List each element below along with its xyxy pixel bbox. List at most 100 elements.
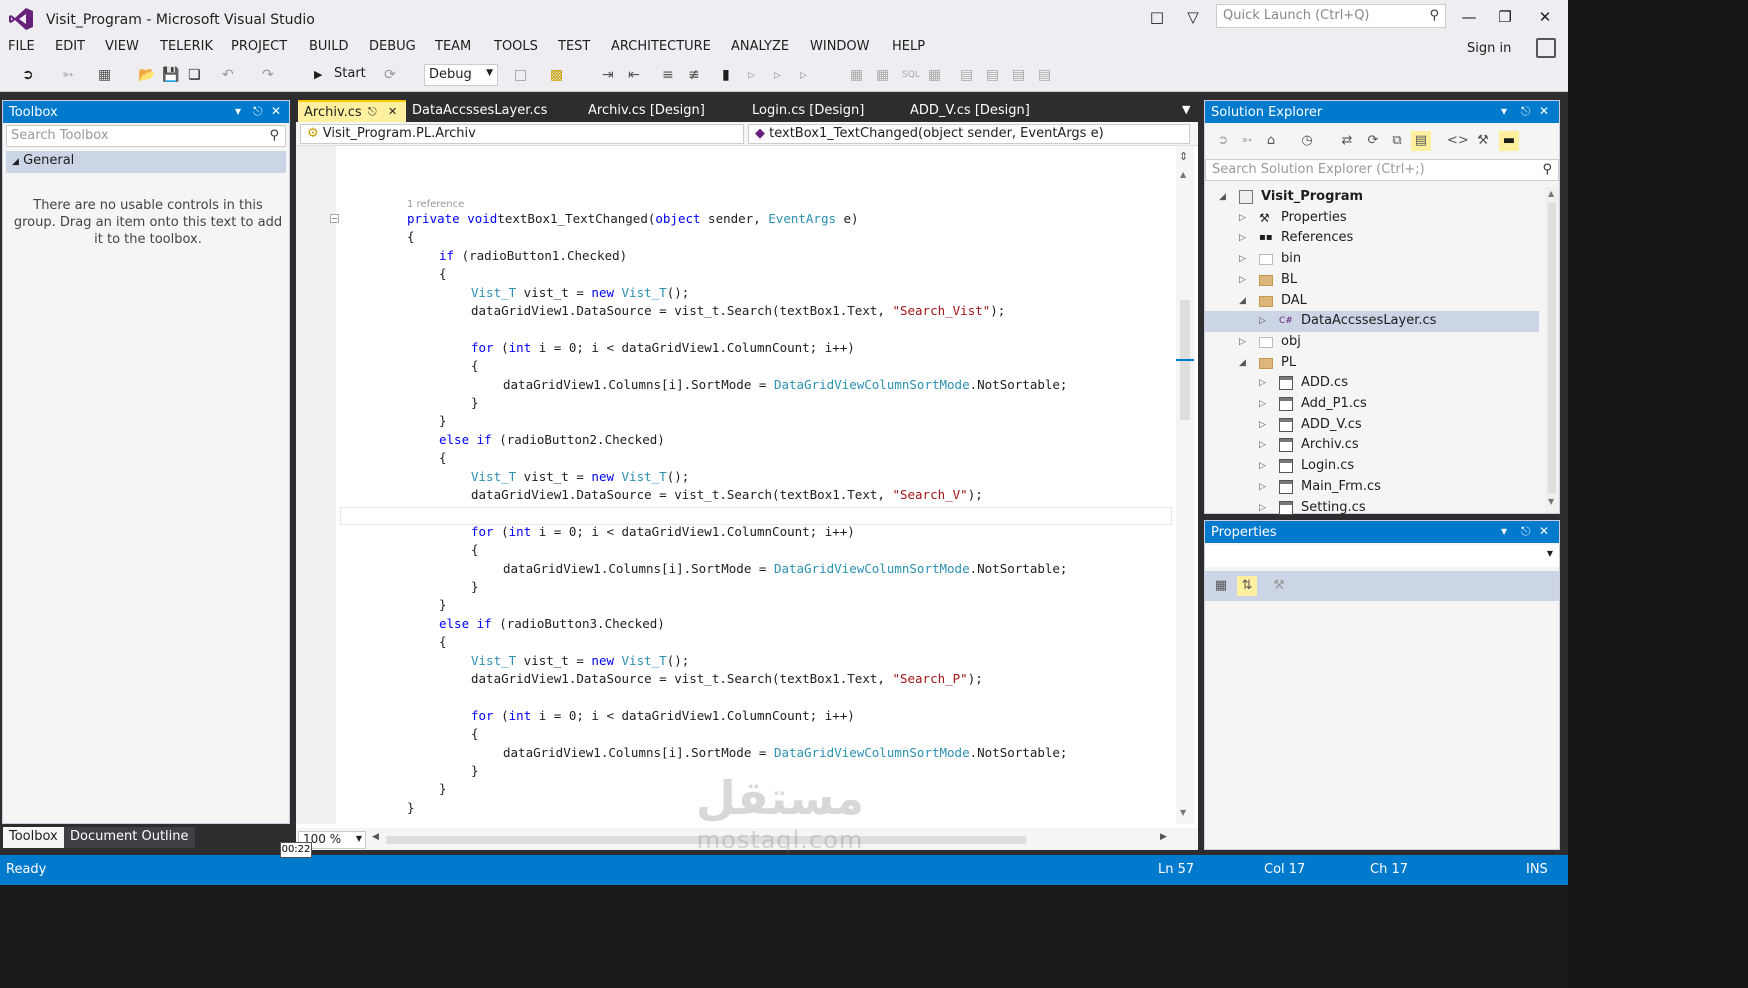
toolbox-search-input[interactable]: Search Toolbox ⚲ xyxy=(6,125,286,147)
close-icon[interactable]: ✕ xyxy=(388,105,397,118)
property-pages-icon[interactable]: ⚒ xyxy=(1269,576,1289,596)
tree-item[interactable]: ▷ Add_P1.cs xyxy=(1205,394,1539,414)
open-file-icon[interactable]: 📂 xyxy=(138,65,155,85)
navigate-forward-icon[interactable]: ➳ xyxy=(62,65,74,85)
collapsed-arrow-icon[interactable]: ▷ xyxy=(1239,249,1246,269)
next-bookmark-icon[interactable]: ▹ xyxy=(774,65,781,85)
collapsed-arrow-icon[interactable]: ▷ xyxy=(1259,435,1266,455)
navigate-back-icon[interactable]: ➲ xyxy=(22,65,34,85)
menu-edit[interactable]: EDIT xyxy=(55,39,85,54)
expanded-arrow-icon[interactable]: ◢ xyxy=(1239,291,1246,311)
close-icon[interactable]: ✕ xyxy=(271,104,281,118)
menu-tools[interactable]: TOOLS xyxy=(494,39,538,54)
tree-item[interactable]: ▷ Setting.cs xyxy=(1205,498,1539,518)
align-center-icon[interactable]: ▤ xyxy=(986,65,999,85)
tree-scrollbar[interactable]: ▲ ▼ xyxy=(1545,187,1559,513)
filter-icon[interactable]: ▽ xyxy=(1182,7,1204,27)
preview-icon[interactable]: ▬ xyxy=(1499,131,1519,151)
outdent-icon[interactable]: ⇤ xyxy=(628,65,640,85)
collapsed-arrow-icon[interactable]: ▷ xyxy=(1259,311,1266,331)
properties-header[interactable]: Properties ▾ ⎋ ✕ xyxy=(1205,521,1559,543)
pin-icon[interactable]: ⎋ xyxy=(368,105,377,119)
collapsed-arrow-icon[interactable]: ▷ xyxy=(1259,415,1266,435)
align-icon[interactable]: ▤ xyxy=(960,65,973,85)
properties-icon[interactable]: ⚒ xyxy=(1473,131,1493,151)
scroll-down-icon[interactable]: ▼ xyxy=(1548,497,1554,506)
vertical-scrollbar[interactable]: ⇕ ▲ ▼ xyxy=(1176,146,1194,824)
pin-icon[interactable]: ⎋ xyxy=(1521,104,1531,119)
categorized-icon[interactable]: ▦ xyxy=(1211,576,1231,596)
tree-item[interactable]: ▷ ⚒ Properties xyxy=(1205,208,1539,228)
collapsed-arrow-icon[interactable]: ▷ xyxy=(1259,373,1266,393)
indent-icon[interactable]: ⇥ xyxy=(602,65,614,85)
new-project-icon[interactable]: ▦ xyxy=(98,65,111,85)
tab-toolbox[interactable]: Toolbox xyxy=(3,827,64,848)
restore-button[interactable]: ❐ xyxy=(1490,6,1520,28)
menu-team[interactable]: TEAM xyxy=(435,39,471,54)
collapsed-arrow-icon[interactable]: ▷ xyxy=(1239,270,1246,290)
clear-bookmark-icon[interactable]: ▹ xyxy=(800,65,807,85)
tab-document-outline[interactable]: Document Outline xyxy=(64,827,195,848)
tab-dataaccsseslayer-cs[interactable]: DataAccssesLayer.cs xyxy=(406,100,553,122)
bookmark-icon[interactable]: ▮ xyxy=(722,65,730,85)
grid-icon[interactable]: ▦ xyxy=(876,65,889,85)
collapsed-arrow-icon[interactable]: ▷ xyxy=(1239,332,1246,352)
menu-debug[interactable]: DEBUG xyxy=(369,39,416,54)
toolbox-header[interactable]: Toolbox ▾ ⎋ ✕ xyxy=(3,101,289,123)
collapsed-arrow-icon[interactable]: ▷ xyxy=(1259,498,1266,518)
scroll-left-icon[interactable]: ◀ xyxy=(372,832,379,842)
scroll-down-icon[interactable]: ▼ xyxy=(1180,808,1186,817)
tree-item[interactable]: ◢ Visit_Program xyxy=(1205,187,1539,207)
menu-analyze[interactable]: ANALYZE xyxy=(731,39,789,54)
refresh-icon[interactable]: ⟳ xyxy=(384,65,396,85)
tree-item[interactable]: ▷ ▪▪ References xyxy=(1205,228,1539,248)
close-icon[interactable]: ✕ xyxy=(1539,104,1549,118)
tree-item[interactable]: ◢ PL xyxy=(1205,353,1539,373)
start-icon[interactable]: ▶ xyxy=(314,65,322,85)
home-icon[interactable]: ⌂ xyxy=(1261,131,1281,151)
expanded-arrow-icon[interactable]: ◢ xyxy=(1239,353,1246,373)
solution-explorer-header[interactable]: Solution Explorer ▾ ⎋ ✕ xyxy=(1205,101,1559,123)
collapsed-arrow-icon[interactable]: ▷ xyxy=(1259,477,1266,497)
collapsed-arrow-icon[interactable]: ▷ xyxy=(1239,228,1246,248)
tab-add-v-design[interactable]: ADD_V.cs [Design] xyxy=(904,100,1036,122)
scroll-up-icon[interactable]: ▲ xyxy=(1548,189,1554,198)
class-dropdown[interactable]: ⚙ Visit_Program.PL.Archiv xyxy=(300,124,744,144)
size-icon[interactable]: ▤ xyxy=(1038,65,1051,85)
menu-view[interactable]: VIEW xyxy=(105,39,139,54)
uncomment-icon[interactable]: ≢ xyxy=(688,65,700,85)
collapsed-arrow-icon[interactable]: ▷ xyxy=(1239,208,1246,228)
view-code-icon[interactable]: <> xyxy=(1447,131,1469,151)
code-text[interactable]: 1 reference private voidtextBox1_TextCha… xyxy=(336,146,1176,824)
tree-item[interactable]: ▷ C# DataAccssesLayer.cs xyxy=(1205,311,1539,331)
tree-item[interactable]: ▷ Archiv.cs xyxy=(1205,435,1539,455)
collapsed-arrow-icon[interactable]: ▷ xyxy=(1259,456,1266,476)
close-button[interactable]: ✕ xyxy=(1530,6,1560,28)
menu-project[interactable]: PROJECT xyxy=(231,39,287,54)
solution-configuration-select[interactable]: Debug ▼ xyxy=(424,64,498,86)
properties-object-select[interactable]: ▼ xyxy=(1205,545,1559,567)
tree-item[interactable]: ◢ DAL xyxy=(1205,291,1539,311)
back-icon[interactable]: ➲ xyxy=(1213,131,1233,151)
tab-archiv-design[interactable]: Archiv.cs [Design] xyxy=(582,100,711,122)
layout-icon[interactable]: ▦ xyxy=(850,65,863,85)
menu-file[interactable]: FILE xyxy=(8,39,35,54)
dropdown-icon[interactable]: ▾ xyxy=(235,104,241,118)
tab-overflow-icon[interactable]: ▼ xyxy=(1176,100,1196,122)
undo-icon[interactable]: ↶ xyxy=(222,65,234,85)
split-icon[interactable]: ⇕ xyxy=(1179,150,1188,163)
menu-help[interactable]: HELP xyxy=(892,39,925,54)
scroll-right-icon[interactable]: ▶ xyxy=(1160,832,1167,842)
show-all-files-icon[interactable]: ▤ xyxy=(1411,131,1431,151)
forward-icon[interactable]: ➳ xyxy=(1237,131,1257,151)
tab-archiv-cs[interactable]: Archiv.cs ⎋ ✕ xyxy=(298,100,406,122)
prev-bookmark-icon[interactable]: ▹ xyxy=(748,65,755,85)
save-icon[interactable]: 💾 xyxy=(162,65,179,85)
tab-login-design[interactable]: Login.cs [Design] xyxy=(746,100,870,122)
quick-launch-input[interactable]: Quick Launch (Ctrl+Q) ⚲ xyxy=(1216,4,1446,28)
close-icon[interactable]: ✕ xyxy=(1539,524,1549,538)
pending-changes-icon[interactable]: ◷ xyxy=(1297,131,1317,151)
spacing-icon[interactable]: ▤ xyxy=(1012,65,1025,85)
tree-item[interactable]: ▷ Main_Frm.cs xyxy=(1205,477,1539,497)
pin-icon[interactable]: ⎋ xyxy=(253,104,263,119)
